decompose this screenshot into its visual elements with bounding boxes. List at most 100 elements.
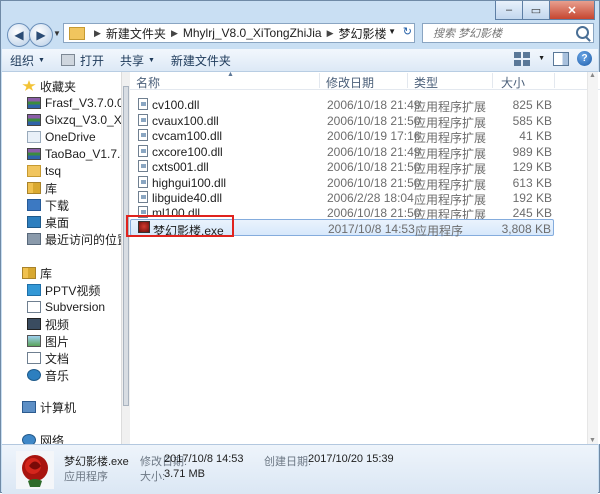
minimize-button[interactable]: – (495, 1, 523, 20)
file-row[interactable]: cv100.dll 2006/10/18 21:49 应用程序扩展 825 KB (130, 96, 554, 114)
nav-label: 收藏夹 (40, 79, 77, 94)
breadcrumb-item[interactable]: Mhylrj_V8.0_XiTongZhiJia (183, 26, 322, 40)
search-input[interactable] (431, 25, 575, 43)
file-row[interactable]: cvaux100.dll 2006/10/18 21:50 应用程序扩展 585 KB (130, 112, 554, 130)
breadcrumb-separator-icon[interactable]: ▶ (94, 28, 101, 39)
open-button[interactable]: 打开 (53, 50, 112, 70)
nav-favorites[interactable]: 收藏夹 (22, 78, 76, 94)
file-row[interactable]: highgui100.dll 2006/10/18 21:50 应用程序扩展 613 … (130, 174, 554, 192)
dll-file-icon (138, 191, 148, 203)
share-menu[interactable]: 共享 ▼ (112, 50, 163, 70)
caption-buttons: – ▭ ✕ (495, 1, 595, 20)
column-header-name[interactable]: 名称 (136, 74, 160, 91)
file-date: 2006/10/18 21:49 (327, 145, 421, 159)
view-dropdown-icon[interactable]: ▼ (538, 55, 545, 62)
dll-file-icon (138, 145, 148, 157)
address-bar[interactable]: ▶ 新建文件夹 ▶ Mhylrj_V8.0_XiTongZhiJia ▶ 梦幻影… (63, 23, 415, 43)
scroll-down-icon[interactable]: ▼ (589, 437, 596, 444)
file-date: 2006/10/18 21:50 (327, 160, 421, 174)
file-row[interactable]: cvcam100.dll 2006/10/19 17:16 应用程序扩展 41 KB (130, 127, 554, 145)
view-options-icon[interactable] (514, 51, 531, 66)
nav-item[interactable]: 图片 (27, 333, 69, 349)
file-name: highgui100.dll (152, 176, 227, 190)
nav-item[interactable]: 桌面 (27, 214, 69, 230)
nav-item[interactable]: Frasf_V3.7.0.0_X (27, 95, 121, 111)
search-box[interactable] (422, 23, 594, 43)
file-size: 3,808 KB (501, 222, 551, 236)
maximize-button[interactable]: ▭ (523, 1, 550, 20)
column-divider[interactable] (407, 73, 408, 88)
column-header-date[interactable]: 修改日期 (326, 74, 374, 91)
nav-scrollbar[interactable] (121, 72, 130, 444)
dll-file-icon (138, 98, 148, 110)
nav-item[interactable]: Glxzq_V3.0_XiTo (27, 112, 121, 128)
file-date: 2017/10/8 14:53 (328, 222, 415, 236)
nav-item[interactable]: TaoBao_V1.7.8. (27, 146, 121, 162)
breadcrumb-item[interactable]: 新建文件夹 (106, 25, 166, 42)
pictures-icon (27, 335, 41, 347)
organize-menu[interactable]: 组织 ▼ (2, 50, 53, 70)
breadcrumb-separator-icon[interactable]: ▶ (171, 28, 178, 39)
breadcrumb-separator-icon[interactable]: ▶ (327, 28, 334, 39)
file-row[interactable]: cxcore100.dll 2006/10/18 21:49 应用程序扩展 989 K… (130, 143, 554, 161)
video-icon (27, 318, 41, 330)
open-label: 打开 (79, 53, 104, 68)
column-header-size[interactable]: 大小 (501, 74, 525, 91)
nav-item[interactable]: 音乐 (27, 367, 69, 383)
file-type: 应用程序 (415, 224, 464, 238)
folder-icon (69, 26, 85, 40)
scroll-up-icon[interactable]: ▲ (589, 72, 596, 79)
nav-item[interactable]: tsq (27, 163, 61, 179)
column-divider[interactable] (554, 73, 555, 88)
breadcrumb-item[interactable]: 梦幻影楼 (339, 25, 387, 42)
nav-item[interactable]: 库 (27, 180, 57, 196)
nav-item[interactable]: OneDrive (27, 129, 96, 145)
column-divider[interactable] (319, 73, 320, 88)
back-arrow-icon: ◀ (14, 28, 24, 42)
search-icon[interactable] (576, 26, 589, 39)
nav-computer[interactable]: 计算机 (22, 399, 76, 415)
nav-label: Frasf_V3.7.0.0_X (45, 96, 121, 110)
file-date: 2006/10/18 21:50 (327, 114, 421, 128)
nav-label: 视频 (45, 317, 70, 332)
scrollbar-thumb[interactable] (123, 86, 129, 406)
help-icon[interactable]: ? (577, 51, 592, 66)
nav-label: 库 (40, 266, 53, 281)
file-row[interactable]: libguide40.dll 2006/2/28 18:04 应用程序扩展 192 K… (130, 189, 554, 207)
back-button[interactable]: ◀ (7, 23, 31, 47)
close-button[interactable]: ✕ (550, 1, 595, 20)
nav-label: 图片 (45, 334, 70, 349)
nav-item[interactable]: 下载 (27, 197, 69, 213)
address-row: ◀ ▶ ▼ ▶ 新建文件夹 ▶ Mhylrj_V8.0_XiTongZhiJia… (7, 21, 594, 49)
nav-item[interactable]: 视频 (27, 316, 69, 332)
nav-label: 网络 (40, 433, 65, 445)
star-icon (22, 80, 36, 91)
details-size-value: 3.71 MB (164, 468, 205, 480)
file-row[interactable]: cxts001.dll 2006/10/18 21:50 应用程序扩展 129 KB (130, 158, 554, 176)
forward-arrow-icon: ▶ (36, 28, 46, 42)
column-header-type[interactable]: 类型 (414, 74, 438, 91)
nav-item[interactable]: 最近访问的位置 (27, 231, 121, 247)
content-scrollbar[interactable]: ▲ ▼ (587, 72, 598, 444)
file-date: 2006/10/18 21:50 (327, 176, 421, 190)
forward-button[interactable]: ▶ (29, 23, 53, 47)
organize-label: 组织 (10, 53, 35, 68)
nav-item[interactable]: 文档 (27, 350, 69, 366)
nav-item[interactable]: PPTV视频 (27, 282, 100, 298)
refresh-icon[interactable]: ↻ (403, 25, 412, 38)
details-pane: 梦幻影楼.exe 修改日期: 2017/10/8 14:53 创建日期: 201… (2, 444, 598, 494)
chevron-down-icon: ▼ (38, 56, 45, 64)
address-dropdown-icon[interactable]: ▼ (388, 27, 396, 36)
command-bar: 组织 ▼ 打开 共享 ▼ 新建文件夹 ▼ ? (2, 49, 598, 72)
nav-label: tsq (45, 164, 62, 178)
preview-pane-icon[interactable] (553, 51, 569, 66)
recent-pages-dropdown[interactable]: ▼ (53, 29, 61, 38)
nav-network[interactable]: 网络 (22, 432, 64, 444)
nav-item[interactable]: Subversion (27, 299, 105, 315)
new-folder-button[interactable]: 新建文件夹 (163, 50, 239, 70)
folder-icon (27, 165, 41, 177)
share-label: 共享 (119, 53, 144, 68)
file-size: 989 KB (512, 145, 552, 159)
column-divider[interactable] (492, 73, 493, 88)
nav-library[interactable]: 库 (22, 265, 52, 281)
